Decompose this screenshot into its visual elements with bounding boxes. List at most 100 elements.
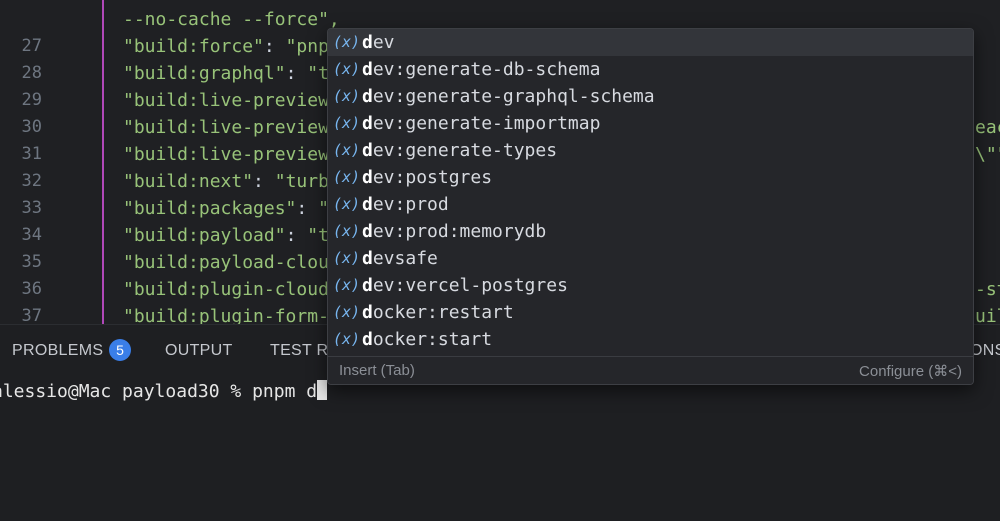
json-key: "build:plugin-form- <box>123 306 329 324</box>
variable-icon: (x) <box>333 33 361 51</box>
json-value: "pnp <box>285 36 329 57</box>
line-number: 35 <box>21 252 42 272</box>
suggestion-footer: Insert (Tab) Configure (⌘<) <box>328 356 973 384</box>
json-value: "t <box>307 63 329 84</box>
suggestion-item[interactable]: (x) dev:vercel-postgres <box>328 272 973 299</box>
suggestion-match: d <box>362 194 373 215</box>
code-overflow-text: \"" <box>975 144 1000 165</box>
variable-icon: (x) <box>333 60 361 78</box>
suggestion-item[interactable]: (x) dev:generate-types <box>328 137 973 164</box>
code-text: "build:payload": "t <box>123 222 329 249</box>
code-text: "build:plugin-cloud <box>123 276 329 303</box>
json-key: "build:payload-clou <box>123 252 329 273</box>
suggestion-label: dev:generate-types <box>362 137 557 164</box>
terminal-prompt-line: alessio@Mac payload30 % pnpm d <box>0 380 328 404</box>
line-number: 30 <box>21 117 42 137</box>
json-key: "build:live-preview <box>123 117 329 138</box>
tab-problems[interactable]: PROBLEMS <box>12 342 103 360</box>
suggestion-item[interactable]: (x) docker:start <box>328 326 973 353</box>
json-key: "build:packages" <box>123 198 297 219</box>
code-text: "build:force": "pnp <box>123 33 329 60</box>
json-value: "t <box>307 225 329 246</box>
suggestion-rest: ev:prod:memorydb <box>372 221 547 242</box>
variable-icon: (x) <box>333 330 361 348</box>
suggestion-match: d <box>362 302 373 323</box>
suggestion-match: d <box>362 221 373 242</box>
json-key: "build:live-preview <box>123 90 329 111</box>
suggestion-rest: ev:generate-db-schema <box>372 59 601 80</box>
suggestion-item[interactable]: (x) dev:generate-graphql-schema <box>328 83 973 110</box>
line-number: 32 <box>21 171 42 191</box>
suggestion-widget: (x) dev (x) dev:generate-db-schema (x) dev:ge… <box>327 28 974 385</box>
suggestion-rest: ev:generate-types <box>372 140 558 161</box>
suggestion-label: dev:postgres <box>362 164 492 191</box>
code-text: "build:payload-clou <box>123 249 329 276</box>
suggestion-label: dev:prod:memorydb <box>362 218 546 245</box>
suggestion-match: d <box>362 140 373 161</box>
code-text: --no-cache --force", <box>123 9 340 30</box>
json-key: "build:live-preview <box>123 144 329 165</box>
suggestion-item[interactable]: (x) docker:restart <box>328 299 973 326</box>
json-key: "build:next" <box>123 171 254 192</box>
variable-icon: (x) <box>333 168 361 186</box>
suggestion-rest: ev:prod <box>372 194 449 215</box>
code-overflow-text: uil <box>975 306 1000 324</box>
suggestion-item[interactable]: (x) dev:prod <box>328 191 973 218</box>
terminal-cursor <box>317 380 328 400</box>
code-text: "build:live-preview <box>123 114 329 141</box>
code-text: "build:live-preview <box>123 141 329 168</box>
suggestion-match: d <box>362 167 373 188</box>
suggestion-rest: ev <box>372 32 395 53</box>
suggestion-match: d <box>362 32 373 53</box>
suggestion-match: d <box>362 59 373 80</box>
configure-link[interactable]: Configure (⌘<) <box>859 362 962 380</box>
suggestion-label: dev:generate-db-schema <box>362 56 600 83</box>
code-text: "build:live-preview <box>123 87 329 114</box>
code-overflow-text: eac <box>975 117 1000 138</box>
insert-hint[interactable]: Insert (Tab) <box>339 362 415 379</box>
variable-icon: (x) <box>333 222 361 240</box>
variable-icon: (x) <box>333 276 361 294</box>
suggestion-rest: ev:vercel-postgres <box>372 275 568 296</box>
suggestion-item[interactable]: (x) dev:generate-importmap <box>328 110 973 137</box>
suggestion-item[interactable]: (x) dev <box>328 29 973 56</box>
terminal[interactable]: alessio@Mac payload30 % pnpm d <box>0 376 1000 521</box>
json-colon: : <box>285 225 308 246</box>
suggestion-match: d <box>362 275 373 296</box>
json-value: "turb <box>274 171 329 192</box>
variable-icon: (x) <box>333 303 361 321</box>
variable-icon: (x) <box>333 114 361 132</box>
code-text: "build:graphql": "t <box>123 60 329 87</box>
terminal-text: alessio@Mac payload30 % pnpm d <box>0 381 318 402</box>
suggestion-label: docker:start <box>362 326 492 353</box>
tab-test-results[interactable]: TEST R <box>270 342 328 360</box>
suggestion-label: dev:generate-graphql-schema <box>362 83 655 110</box>
line-number: 34 <box>21 225 42 245</box>
line-number: 31 <box>21 144 42 164</box>
suggestion-label: devsafe <box>362 245 438 272</box>
suggestion-rest: ev:postgres <box>372 167 493 188</box>
json-key: "build:force" <box>123 36 264 57</box>
suggestion-item[interactable]: (x) dev:prod:memorydb <box>328 218 973 245</box>
suggestion-item[interactable]: (x) dev:generate-db-schema <box>328 56 973 83</box>
json-colon: : <box>253 171 275 192</box>
json-key: "build:graphql" <box>123 63 286 84</box>
tab-ports[interactable]: ONS <box>970 342 1000 360</box>
line-number: 27 <box>21 36 42 56</box>
code-text: "build:next": "turb <box>123 168 329 195</box>
line-number: 33 <box>21 198 42 218</box>
suggestion-item[interactable]: (x) dev:postgres <box>328 164 973 191</box>
suggestion-rest: ev:generate-graphql-schema <box>372 86 655 107</box>
line-number: 37 <box>21 306 42 324</box>
suggestion-label: dev:prod <box>362 191 449 218</box>
json-key: "build:plugin-cloud <box>123 279 329 300</box>
json-key: "build:payload" <box>123 225 286 246</box>
suggestion-match: d <box>362 113 373 134</box>
line-number: 36 <box>21 279 42 299</box>
variable-icon: (x) <box>333 249 361 267</box>
tab-output[interactable]: OUTPUT <box>165 342 233 360</box>
problems-count-badge: 5 <box>109 339 131 361</box>
line-number: 28 <box>21 63 42 83</box>
suggestion-item[interactable]: (x) devsafe <box>328 245 973 272</box>
suggestion-label: dev <box>362 29 395 56</box>
